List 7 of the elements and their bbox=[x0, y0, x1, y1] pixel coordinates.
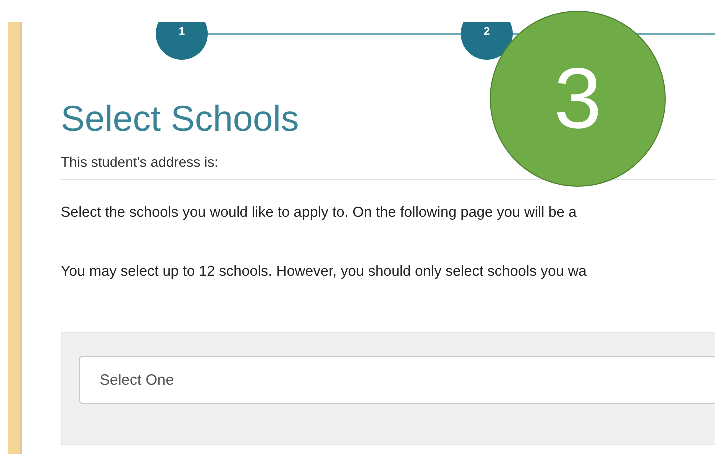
step-number-callout: 3 bbox=[490, 11, 666, 187]
instruction-text: You may select up to 12 schools. However, you should only select schools you wa bbox=[61, 264, 588, 280]
step-circle: 2 bbox=[461, 22, 513, 60]
instruction-text: Select the schools you would like to apply to. On the following page you will be a bbox=[61, 205, 578, 221]
step-circle: 1 bbox=[156, 22, 208, 60]
school-select-field[interactable]: Select One bbox=[79, 356, 715, 404]
page-heading: Select Schools bbox=[61, 98, 300, 140]
